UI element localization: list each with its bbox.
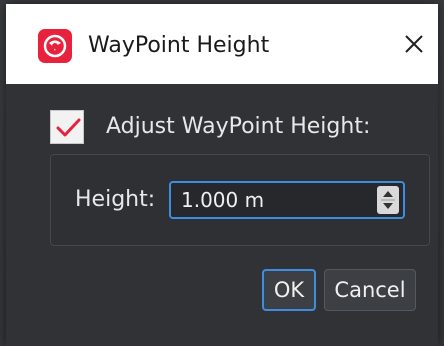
close-button[interactable] (396, 26, 432, 62)
spin-arrows[interactable] (377, 186, 399, 214)
height-group-box: Height: 1.000 m (50, 154, 430, 246)
adjust-height-label[interactable]: Adjust WayPoint Height: (106, 111, 370, 143)
dialog-title: WayPoint Height (88, 33, 270, 58)
checkmark-icon (56, 118, 81, 137)
app-logo-icon (38, 29, 72, 63)
height-spinbox[interactable]: 1.000 m (169, 181, 405, 219)
ok-button[interactable]: OK (262, 269, 316, 311)
screen-background: WayPoint Height Adjust WayPoint Height: … (0, 0, 444, 346)
dialog-body: Adjust WayPoint Height: Height: 1.000 m … (6, 84, 438, 346)
height-value[interactable]: 1.000 m (181, 185, 264, 215)
adjust-height-checkbox[interactable] (50, 110, 84, 144)
close-icon (405, 35, 423, 53)
height-label: Height: (75, 187, 156, 212)
cancel-button[interactable]: Cancel (324, 269, 416, 311)
title-bar[interactable]: WayPoint Height (6, 4, 438, 84)
waypoint-height-dialog: WayPoint Height Adjust WayPoint Height: … (6, 4, 438, 346)
spin-updown-icon (381, 191, 395, 209)
